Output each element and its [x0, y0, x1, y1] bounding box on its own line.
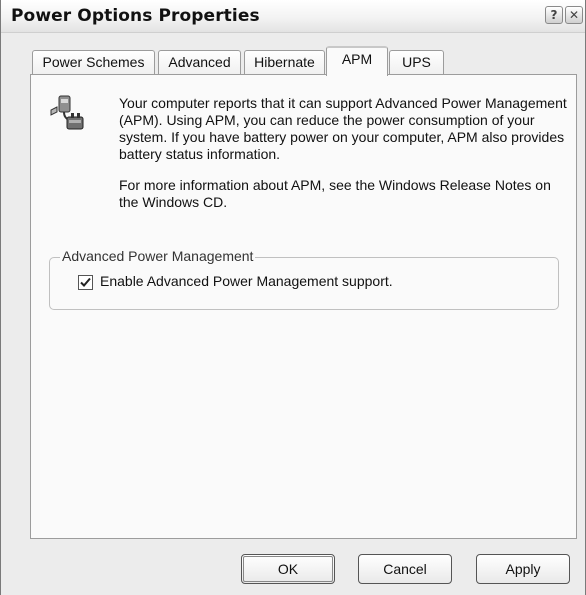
- apply-button[interactable]: Apply: [476, 554, 570, 584]
- ok-button[interactable]: OK: [241, 554, 335, 584]
- enable-apm-checkbox[interactable]: [78, 275, 93, 290]
- tab-ups[interactable]: UPS: [389, 50, 444, 74]
- close-button[interactable]: ✕: [565, 6, 583, 24]
- apm-description-paragraph: Your computer reports that it can suppor…: [119, 95, 567, 162]
- tab-apm[interactable]: APM: [326, 46, 388, 76]
- tab-hibernate[interactable]: Hibernate: [244, 50, 325, 74]
- help-icon: ?: [550, 8, 558, 22]
- apm-more-info-paragraph: For more information about APM, see the …: [119, 177, 551, 210]
- cancel-button[interactable]: Cancel: [358, 554, 452, 584]
- tab-advanced[interactable]: Advanced: [158, 50, 241, 74]
- title-bar[interactable]: Power Options Properties ? ✕: [1, 0, 585, 33]
- power-options-dialog: Power Options Properties ? ✕ Power Schem…: [0, 0, 586, 595]
- window-title: Power Options Properties: [11, 6, 260, 26]
- enable-apm-label[interactable]: Enable Advanced Power Management support…: [100, 273, 393, 289]
- apm-description: Your computer reports that it can suppor…: [119, 95, 569, 225]
- apm-groupbox: Advanced Power Management Enable Advance…: [49, 248, 559, 310]
- apm-group-label: Advanced Power Management: [60, 248, 256, 264]
- apm-tab-panel: Your computer reports that it can suppor…: [30, 74, 577, 539]
- tab-power-schemes[interactable]: Power Schemes: [32, 50, 155, 74]
- apm-plug-icon: [50, 95, 84, 130]
- close-icon: ✕: [568, 8, 580, 22]
- help-button[interactable]: ?: [545, 6, 563, 24]
- checkmark-icon: [80, 277, 91, 287]
